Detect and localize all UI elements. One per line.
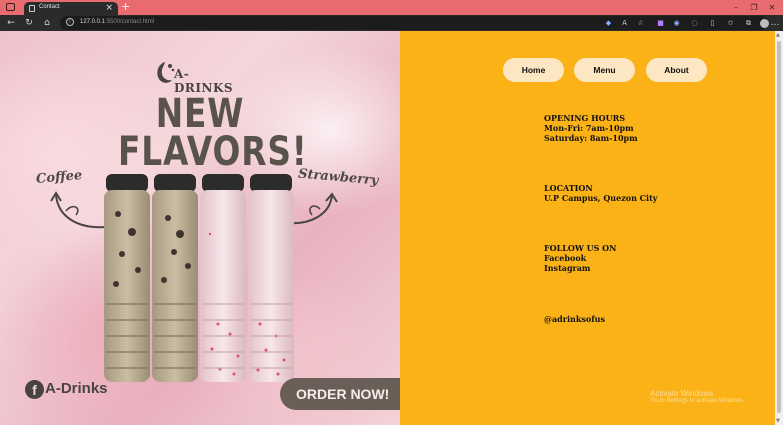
order-now-button[interactable]: ORDER NOW! <box>280 378 400 410</box>
tab-close-icon[interactable]: × <box>105 2 113 14</box>
social-handle: @adrinksofus <box>544 314 605 324</box>
address-bar[interactable]: i 127.0.0.1:5500/contact.html ◆ A ☆ ■ ◉ … <box>60 16 769 30</box>
read-aloud-icon[interactable]: A <box>620 19 629 28</box>
opening-hours-heading: OPENING HOURS <box>544 113 625 123</box>
tag-icon[interactable]: ◆ <box>604 19 613 28</box>
promo-poster: A-DRINKS NEW FLAVORS! Coffee Strawberry <box>0 31 400 425</box>
nav-menu-button[interactable]: Menu <box>574 58 635 82</box>
info-icon[interactable]: i <box>66 18 74 26</box>
window-menu-icon[interactable] <box>6 3 15 11</box>
new-tab-icon[interactable]: + <box>121 0 130 14</box>
coffee-bottle <box>104 174 150 382</box>
page-icon <box>29 5 35 12</box>
brand-logo: A-DRINKS <box>154 60 234 95</box>
scroll-thumb[interactable] <box>777 41 781 413</box>
instagram-link[interactable]: Instagram <box>544 263 616 273</box>
headline-line-1: NEW <box>155 91 245 137</box>
opening-hours: OPENING HOURS Mon-Fri: 7am-10pm Saturday… <box>544 113 638 143</box>
social-links: FOLLOW US ON Facebook Instagram <box>544 243 616 273</box>
coffee-bottle <box>152 174 198 382</box>
vertical-scrollbar[interactable]: ▲ ▼ <box>775 31 783 425</box>
tab-contact[interactable]: Contact × <box>24 2 118 15</box>
refresh-extension-icon[interactable]: ◌ <box>690 19 699 28</box>
address-url[interactable]: 127.0.0.1:5500/contact.html <box>80 19 154 25</box>
back-icon[interactable]: ← <box>4 16 18 30</box>
collections-icon[interactable]: ✩ <box>726 19 735 28</box>
scroll-up-icon[interactable]: ▲ <box>776 32 780 38</box>
activate-subtitle: Go to Settings to activate Windows. <box>650 398 745 404</box>
contact-panel: Home Menu About OPENING HOURS Mon-Fri: 7… <box>400 31 775 425</box>
drink-bottles-image <box>104 174 294 382</box>
favorites-icon[interactable]: ☆ <box>636 19 645 28</box>
more-icon[interactable]: … <box>768 16 782 30</box>
minimize-icon[interactable]: – <box>726 0 746 15</box>
nav-home-button[interactable]: Home <box>503 58 564 82</box>
follow-heading: FOLLOW US ON <box>544 243 617 253</box>
facebook-icon: f <box>25 380 44 399</box>
poster-headline: NEW FLAVORS! <box>118 91 308 175</box>
nav-about-button[interactable]: About <box>646 58 707 82</box>
extensions-icon[interactable]: ⧉ <box>744 19 753 28</box>
restore-icon[interactable]: ❐ <box>744 0 764 15</box>
headline-line-2: FLAVORS! <box>118 129 308 175</box>
flavor-label-coffee: Coffee <box>35 168 83 187</box>
location-address: U.P Campus, Quezon City <box>544 193 658 203</box>
browser-titlebar: Contact × + – ❐ ✕ <box>0 0 783 15</box>
reload-icon[interactable]: ↻ <box>22 16 36 30</box>
flavor-label-strawberry: Strawberry <box>297 166 379 189</box>
facebook-link[interactable]: Facebook <box>544 253 616 263</box>
location-heading: LOCATION <box>544 183 593 193</box>
extension-2-icon[interactable]: ◉ <box>672 19 681 28</box>
page-viewport: A-DRINKS NEW FLAVORS! Coffee Strawberry <box>0 31 783 425</box>
facebook-brand-name: A-Drinks <box>45 380 108 397</box>
strawberry-bottle <box>200 174 246 382</box>
split-screen-icon[interactable]: ▯ <box>708 19 717 28</box>
browser-toolbar: ← ↻ ⌂ i 127.0.0.1:5500/contact.html ◆ A … <box>0 15 783 31</box>
activate-title: Activate Windows <box>650 389 714 398</box>
home-icon[interactable]: ⌂ <box>40 16 54 30</box>
extension-icon[interactable]: ■ <box>656 19 665 28</box>
hours-saturday: Saturday: 8am-10pm <box>544 133 638 143</box>
location: LOCATION U.P Campus, Quezon City <box>544 183 657 203</box>
close-window-icon[interactable]: ✕ <box>762 0 782 15</box>
hours-weekdays: Mon-Fri: 7am-10pm <box>544 123 634 133</box>
splash-logo-icon <box>157 62 175 83</box>
tab-title: Contact <box>39 4 60 10</box>
scroll-down-icon[interactable]: ▼ <box>776 418 780 424</box>
strawberry-bottle <box>248 174 294 382</box>
activate-windows-watermark: Activate Windows Go to Settings to activ… <box>650 389 745 404</box>
